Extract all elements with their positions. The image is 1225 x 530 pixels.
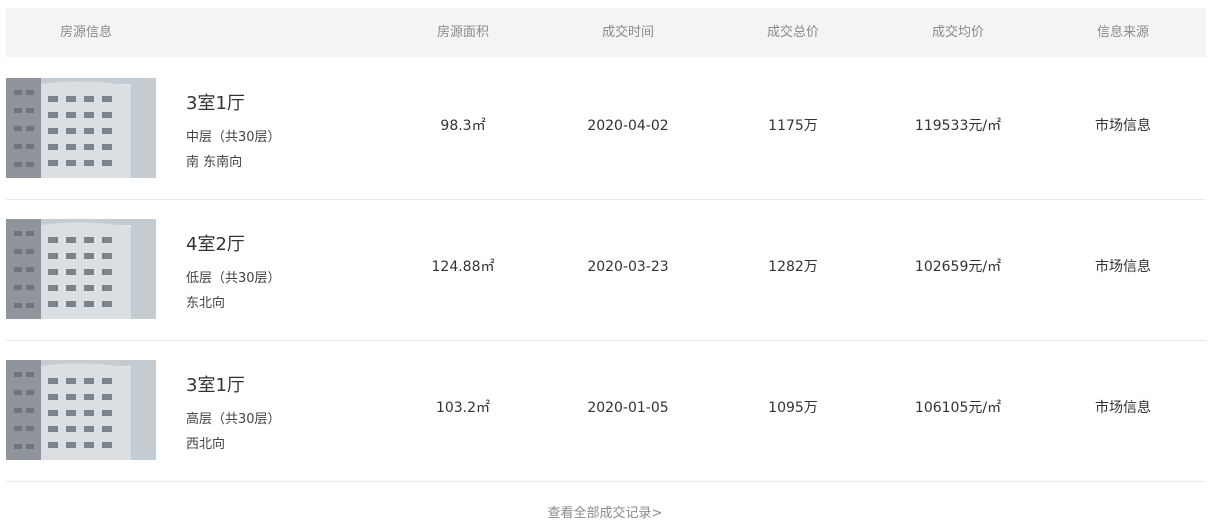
table-row[interactable]: 3室1厅 中层（共30层） 南 东南向 98.3㎡ 2020-04-02 117…	[6, 58, 1206, 200]
room-layout[interactable]: 3室1厅	[186, 371, 245, 397]
table-row[interactable]: 4室2厅 低层（共30层） 东北向 124.88㎡ 2020-03-23 128…	[6, 199, 1206, 341]
building-photo-icon[interactable]	[6, 219, 156, 319]
building-photo-icon[interactable]	[6, 78, 156, 178]
table-header: 房源信息 房源面积 成交时间 成交总价 成交均价 信息来源	[6, 8, 1206, 57]
floor-info: 中层（共30层）	[186, 130, 281, 145]
header-area: 房源面积	[436, 25, 489, 40]
header-source: 信息来源	[1096, 25, 1149, 40]
floor-info: 低层（共30层）	[186, 271, 281, 286]
unit-price: 102659元/㎡	[914, 259, 1002, 275]
orientation: 西北向	[186, 437, 226, 452]
header-total-price: 成交总价	[766, 25, 819, 40]
deal-records-panel: 房源信息 房源面积 成交时间 成交总价 成交均价 信息来源 3室1厅 中层（共3…	[0, 0, 1225, 530]
room-layout[interactable]: 4室2厅	[186, 230, 245, 256]
room-layout[interactable]: 3室1厅	[186, 89, 245, 115]
deal-date: 2020-04-02	[587, 118, 669, 134]
view-all-deals-link[interactable]: 查看全部成交记录>	[0, 502, 1210, 521]
unit-price: 119533元/㎡	[914, 118, 1002, 134]
orientation: 东北向	[186, 296, 226, 311]
area-value: 103.2㎡	[435, 400, 491, 416]
area-value: 124.88㎡	[431, 259, 495, 275]
deal-date: 2020-03-23	[587, 259, 669, 275]
info-source: 市场信息	[1095, 118, 1151, 134]
header-time: 成交时间	[601, 25, 654, 40]
unit-price: 106105元/㎡	[914, 400, 1002, 416]
total-price: 1175万	[768, 118, 818, 134]
header-unit-price: 成交均价	[931, 25, 984, 40]
area-value: 98.3㎡	[440, 118, 486, 134]
building-photo-icon[interactable]	[6, 360, 156, 460]
deal-date: 2020-01-05	[587, 400, 669, 416]
header-info: 房源信息	[60, 25, 113, 40]
total-price: 1282万	[768, 259, 818, 275]
orientation: 南 东南向	[186, 155, 243, 170]
info-source: 市场信息	[1095, 259, 1151, 275]
table-row[interactable]: 3室1厅 高层（共30层） 西北向 103.2㎡ 2020-01-05 1095…	[6, 340, 1206, 482]
floor-info: 高层（共30层）	[186, 412, 281, 427]
info-source: 市场信息	[1095, 400, 1151, 416]
total-price: 1095万	[768, 400, 818, 416]
